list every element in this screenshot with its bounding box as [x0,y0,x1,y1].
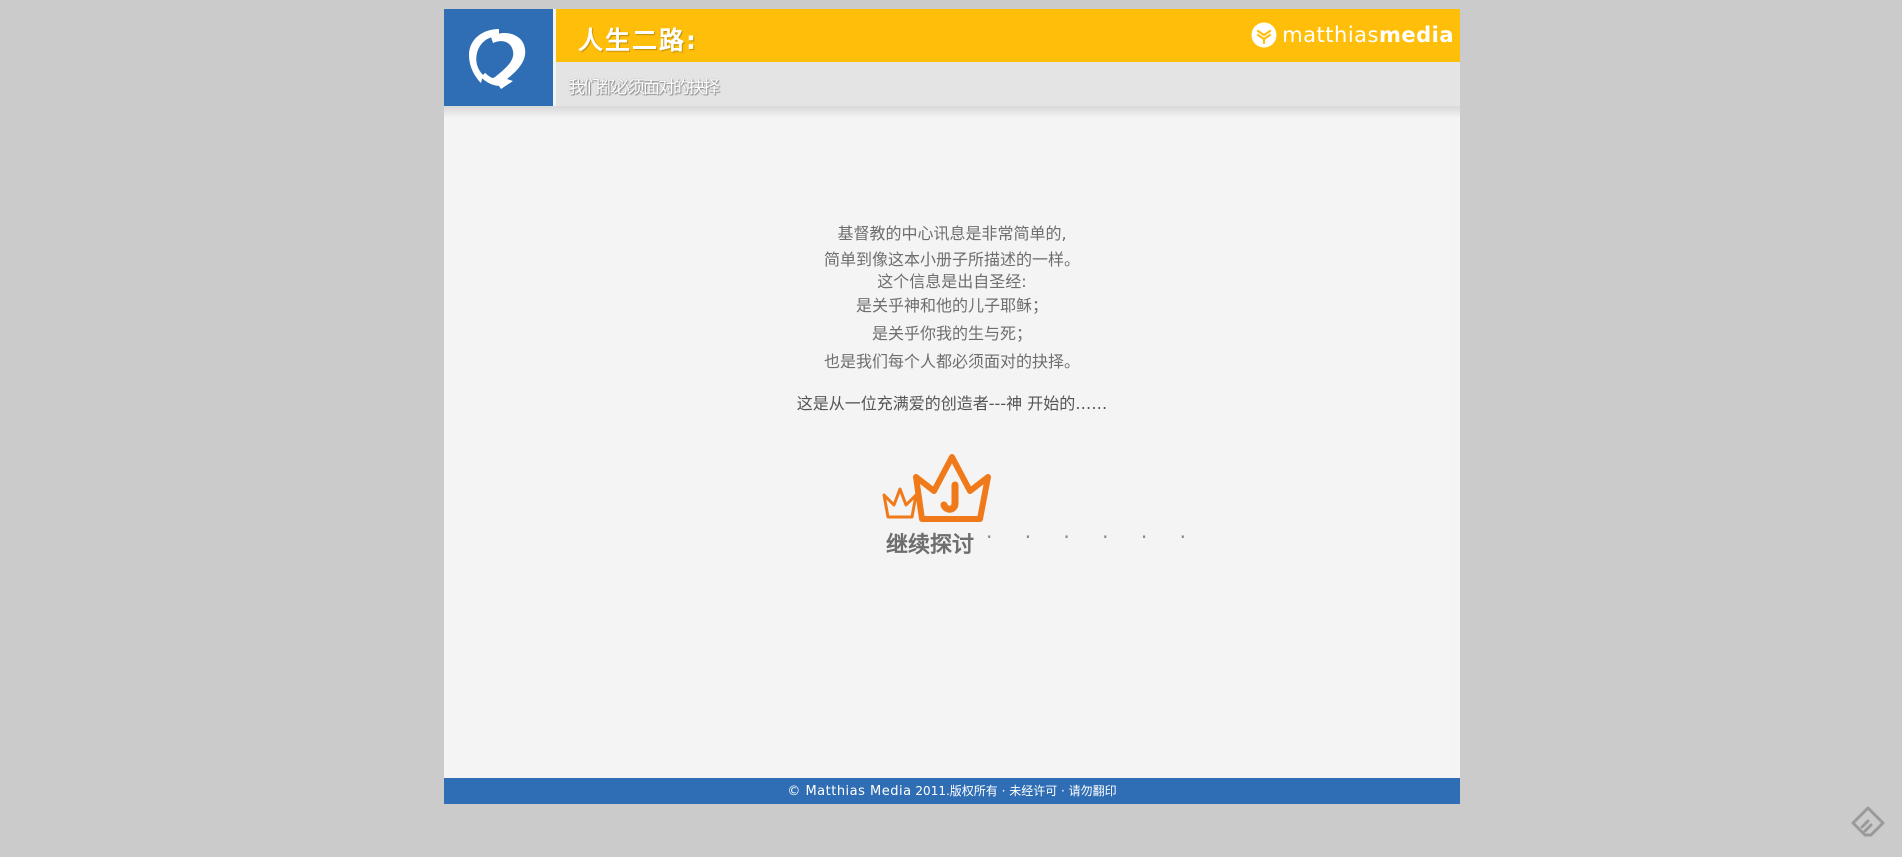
continue-button[interactable]: 继续探讨 · · · · · · [876,445,1186,558]
two-ways-icon [469,29,526,89]
continue-dots: · · · · · · [986,525,1199,549]
brand-name: matthiasmedia [1282,23,1454,47]
page-container: 人生二路: matthiasmedia 我们都必须面对的抉择 基督教的中心讯息是… [444,9,1460,804]
intro-line: 这个信息是出自圣经: [877,272,1027,291]
feedly-icon[interactable] [1850,805,1886,841]
matthias-media-brand[interactable]: matthiasmedia [1251,22,1454,48]
footer-rights: 2011.版权所有 · 未经许可 · 请勿翻印 [915,784,1117,798]
title-bar: 人生二路: matthiasmedia [556,9,1460,62]
intro-text: 基督教的中心讯息是非常简单的, 简单到像这本小册子所描述的一样。 这个信息是出自… [444,222,1460,416]
header-divider [444,106,1460,118]
page-title: 人生二路: [578,26,698,55]
continue-label: 继续探讨 [886,533,975,558]
subtitle-bar: 我们都必须面对的抉择 [556,62,1460,106]
footer-copyright: © Matthias Media [787,784,912,799]
intro-line: 简单到像这本小册子所描述的一样。 [823,250,1080,269]
site-logo[interactable] [444,9,553,106]
crown-j-icon [882,454,991,522]
intro-line: 是关乎神和他的儿子耶稣； [855,296,1048,315]
brand-prefix: matthias [1282,23,1379,47]
page-subtitle: 我们都必须面对的抉择 [568,78,720,98]
brand-suffix: media [1378,23,1454,47]
intro-lead: 这是从一位充满爱的创造者---神 开始的…… [796,394,1108,413]
matthias-media-leaf-icon [1251,22,1277,48]
intro-line: 基督教的中心讯息是非常简单的, [837,224,1067,243]
footer: © Matthias Media 2011.版权所有 · 未经许可 · 请勿翻印 [444,778,1460,804]
intro-line: 也是我们每个人都必须面对的抉择。 [823,352,1080,371]
intro-line: 是关乎你我的生与死； [871,324,1032,343]
